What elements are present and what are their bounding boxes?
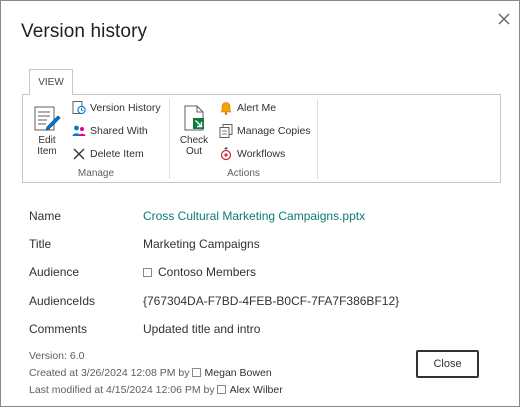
ribbon-group-manage: Edit Item Version History Shared With De… <box>23 95 169 182</box>
modified-by-user[interactable]: Alex Wilber <box>230 384 283 396</box>
title-value: Marketing Campaigns <box>143 237 260 251</box>
title-label: Title <box>29 237 52 251</box>
comments-value: Updated title and intro <box>143 322 261 336</box>
tab-view[interactable]: VIEW <box>29 69 73 95</box>
user-presence-icon <box>191 368 201 377</box>
edit-item-button[interactable]: Edit Item <box>29 103 65 157</box>
workflows-label: Workflows <box>237 148 286 160</box>
name-label: Name <box>29 209 62 223</box>
modified-text: Last modified at 4/15/2024 12:06 PM by <box>29 384 215 396</box>
check-out-label-line2: Out <box>185 146 203 157</box>
comments-label: Comments <box>29 322 88 336</box>
created-by-user[interactable]: Megan Bowen <box>205 367 272 379</box>
edit-item-label-line1: Edit <box>38 135 56 146</box>
delete-item-label: Delete Item <box>90 148 144 160</box>
alert-bell-icon <box>218 100 234 116</box>
shared-with-icon <box>71 123 87 139</box>
modified-info: Last modified at 4/15/2024 12:06 PM by Al… <box>29 384 283 396</box>
shared-with-label: Shared With <box>90 125 148 137</box>
manage-group-label: Manage <box>77 168 115 179</box>
workflows-button[interactable]: Workflows <box>218 145 285 163</box>
file-name-link[interactable]: Cross Cultural Marketing Campaigns.pptx <box>143 209 365 223</box>
group-divider <box>317 99 318 179</box>
ribbon: Edit Item Version History Shared With De… <box>22 94 501 183</box>
version-history-icon <box>71 100 87 116</box>
check-out-label-line1: Check <box>179 135 209 146</box>
edit-item-icon <box>29 103 65 133</box>
ribbon-group-actions: Check Out Alert Me Manage Copies Workflo… <box>170 95 317 182</box>
dialog-title: Version history <box>21 21 148 42</box>
user-presence-icon <box>216 385 226 394</box>
created-info: Created at 3/26/2024 12:08 PM by Megan Bo… <box>29 367 272 379</box>
version-history-label: Version History <box>90 102 161 114</box>
version-history-button[interactable]: Version History <box>71 99 161 117</box>
edit-item-label-line2: Item <box>37 146 57 157</box>
manage-copies-icon <box>218 123 234 139</box>
actions-group-label: Actions <box>227 168 260 179</box>
alert-me-button[interactable]: Alert Me <box>218 99 276 117</box>
version-history-dialog: Version history VIEW Edit Item Version H… <box>0 0 520 407</box>
alert-me-label: Alert Me <box>237 102 277 114</box>
manage-copies-label: Manage Copies <box>237 125 311 137</box>
audience-value: Contoso Members <box>143 265 256 279</box>
group-presence-icon <box>143 268 152 277</box>
shared-with-button[interactable]: Shared With <box>71 122 148 140</box>
audience-label: Audience <box>29 265 80 279</box>
manage-copies-button[interactable]: Manage Copies <box>218 122 311 140</box>
workflows-icon <box>218 146 234 162</box>
check-out-icon <box>176 103 212 133</box>
delete-item-button[interactable]: Delete Item <box>71 145 144 163</box>
delete-icon <box>71 146 87 162</box>
check-out-button[interactable]: Check Out <box>176 103 212 157</box>
created-text: Created at 3/26/2024 12:08 PM by <box>29 367 190 379</box>
version-number: Version: 6.0 <box>29 350 85 362</box>
close-button[interactable]: Close <box>416 350 479 378</box>
audience-ids-label: AudienceIds <box>29 294 96 308</box>
audience-ids-value: {767304DA-F7BD-4FEB-B0CF-7FA7F386BF12} <box>143 294 400 308</box>
audience-value-text: Contoso Members <box>158 265 257 279</box>
close-icon[interactable] <box>494 9 514 29</box>
